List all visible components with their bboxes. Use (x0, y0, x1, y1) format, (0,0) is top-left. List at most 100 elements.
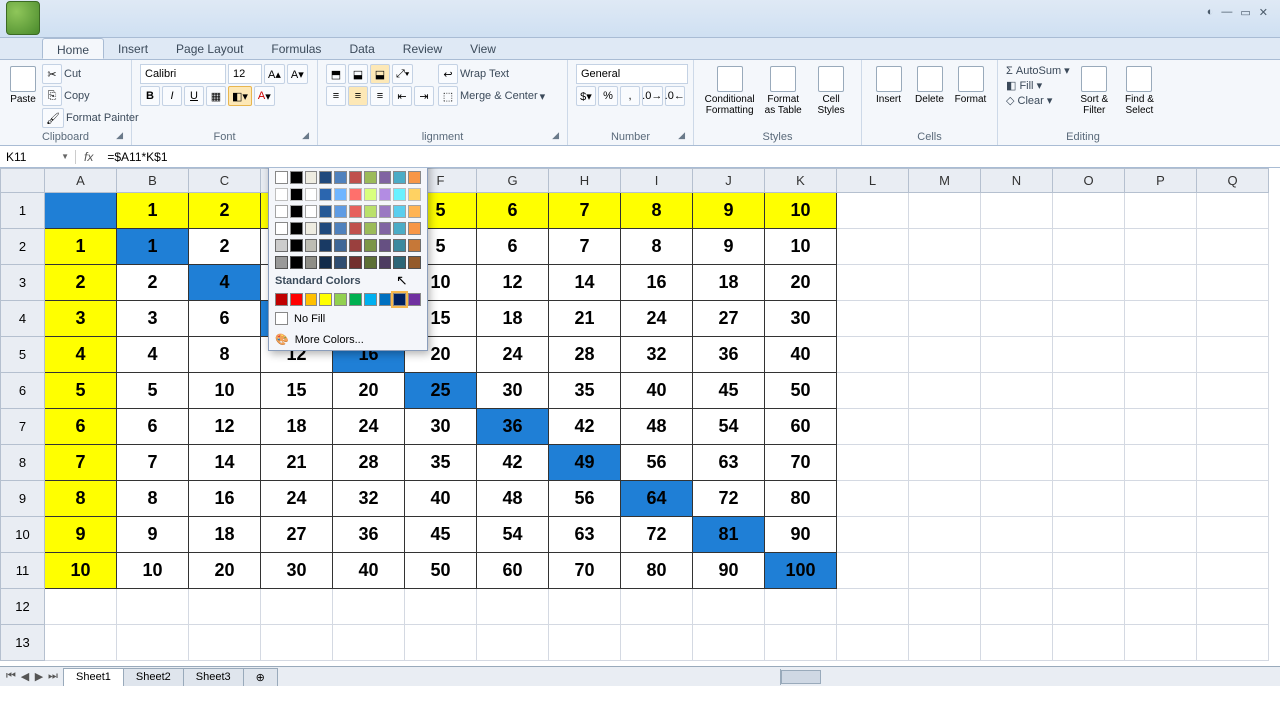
cell[interactable] (1053, 517, 1125, 553)
row-header-1[interactable]: 1 (1, 193, 45, 229)
cell[interactable] (405, 589, 477, 625)
color-swatch[interactable] (364, 188, 377, 201)
cell[interactable] (837, 517, 909, 553)
row-header-7[interactable]: 7 (1, 409, 45, 445)
cell[interactable] (1197, 589, 1269, 625)
cell[interactable]: 63 (549, 517, 621, 553)
cell[interactable] (981, 193, 1053, 229)
color-swatch[interactable] (408, 205, 421, 218)
orientation-button[interactable]: ⤢▾ (392, 64, 413, 84)
cell[interactable]: 9 (693, 229, 765, 265)
color-swatch[interactable] (305, 256, 318, 269)
cell[interactable]: 32 (333, 481, 405, 517)
fill-color-button[interactable]: ◧▾ (228, 86, 252, 106)
align-top-button[interactable]: ⬒ (326, 64, 346, 84)
row-header-3[interactable]: 3 (1, 265, 45, 301)
tab-view[interactable]: View (456, 38, 510, 59)
col-header-Q[interactable]: Q (1197, 169, 1269, 193)
cell[interactable]: 30 (765, 301, 837, 337)
increase-indent-button[interactable]: ⇥ (414, 86, 434, 106)
cell[interactable] (1053, 193, 1125, 229)
cell[interactable] (981, 265, 1053, 301)
font-size-combo[interactable]: 12 (228, 64, 262, 84)
cell[interactable]: 30 (261, 553, 333, 589)
cell[interactable] (837, 625, 909, 661)
cell[interactable]: 60 (765, 409, 837, 445)
dialog-launcher-icon[interactable]: ◢ (678, 130, 685, 141)
close-icon[interactable]: ✕ (1259, 6, 1268, 19)
cell[interactable]: 48 (621, 409, 693, 445)
cell[interactable] (981, 409, 1053, 445)
cell[interactable] (837, 445, 909, 481)
cell[interactable] (189, 625, 261, 661)
currency-button[interactable]: $▾ (576, 86, 596, 106)
cell[interactable] (909, 265, 981, 301)
format-cells-button[interactable]: Format (952, 64, 989, 107)
no-fill-item[interactable]: No Fill (269, 308, 427, 329)
color-swatch[interactable] (349, 256, 362, 269)
cell[interactable]: 5 (117, 373, 189, 409)
number-format-combo[interactable]: General (576, 64, 688, 84)
decrease-decimal-button[interactable]: .0← (665, 86, 686, 106)
color-swatch[interactable] (334, 239, 347, 252)
cell[interactable] (1197, 373, 1269, 409)
color-swatch[interactable] (319, 171, 332, 184)
cell[interactable]: 6 (477, 193, 549, 229)
cell[interactable] (1125, 301, 1197, 337)
color-swatch[interactable] (379, 256, 392, 269)
color-swatch[interactable] (334, 171, 347, 184)
cell[interactable] (909, 481, 981, 517)
tab-data[interactable]: Data (335, 38, 388, 59)
cell[interactable]: 40 (405, 481, 477, 517)
color-swatch[interactable] (393, 256, 406, 269)
decrease-indent-button[interactable]: ⇤ (392, 86, 412, 106)
col-header-O[interactable]: O (1053, 169, 1125, 193)
cell[interactable]: 18 (693, 265, 765, 301)
cell[interactable]: 8 (621, 193, 693, 229)
color-swatch[interactable] (290, 256, 303, 269)
cell[interactable]: 36 (693, 337, 765, 373)
col-header-I[interactable]: I (621, 169, 693, 193)
cell[interactable]: 90 (765, 517, 837, 553)
color-swatch[interactable] (334, 256, 347, 269)
cell[interactable] (909, 301, 981, 337)
cell[interactable] (261, 625, 333, 661)
cell[interactable]: 4 (189, 265, 261, 301)
color-swatch[interactable] (319, 188, 332, 201)
cell[interactable] (981, 553, 1053, 589)
find-select-button[interactable]: Find & Select (1119, 64, 1160, 118)
cell[interactable]: 80 (621, 553, 693, 589)
file-button[interactable] (6, 1, 40, 35)
cell[interactable] (1125, 337, 1197, 373)
cell[interactable] (1197, 229, 1269, 265)
color-swatch[interactable] (319, 205, 332, 218)
cell[interactable] (909, 625, 981, 661)
color-swatch[interactable] (393, 171, 406, 184)
col-header-H[interactable]: H (549, 169, 621, 193)
color-swatch[interactable] (305, 239, 318, 252)
dialog-launcher-icon[interactable]: ◢ (116, 130, 123, 141)
color-swatch[interactable] (275, 293, 288, 306)
cell[interactable]: 7 (549, 229, 621, 265)
delete-cells-button[interactable]: Delete (911, 64, 948, 107)
cell[interactable]: 16 (189, 481, 261, 517)
cut-icon[interactable]: ✂ (42, 64, 62, 84)
cell[interactable]: 28 (549, 337, 621, 373)
cell[interactable]: 9 (45, 517, 117, 553)
col-header-K[interactable]: K (765, 169, 837, 193)
color-swatch[interactable] (364, 205, 377, 218)
cell[interactable]: 63 (693, 445, 765, 481)
color-swatch[interactable] (349, 239, 362, 252)
color-swatch[interactable] (408, 171, 421, 184)
cell[interactable] (1125, 517, 1197, 553)
copy-icon[interactable]: ⎘ (42, 86, 62, 106)
cell[interactable]: 32 (621, 337, 693, 373)
underline-button[interactable]: U (184, 86, 204, 106)
color-swatch[interactable] (305, 293, 318, 306)
color-swatch[interactable] (334, 293, 347, 306)
cell[interactable]: 27 (261, 517, 333, 553)
cell[interactable]: 50 (405, 553, 477, 589)
wrap-text-button[interactable]: Wrap Text (460, 68, 509, 80)
comma-button[interactable]: , (620, 86, 640, 106)
row-header-12[interactable]: 12 (1, 589, 45, 625)
